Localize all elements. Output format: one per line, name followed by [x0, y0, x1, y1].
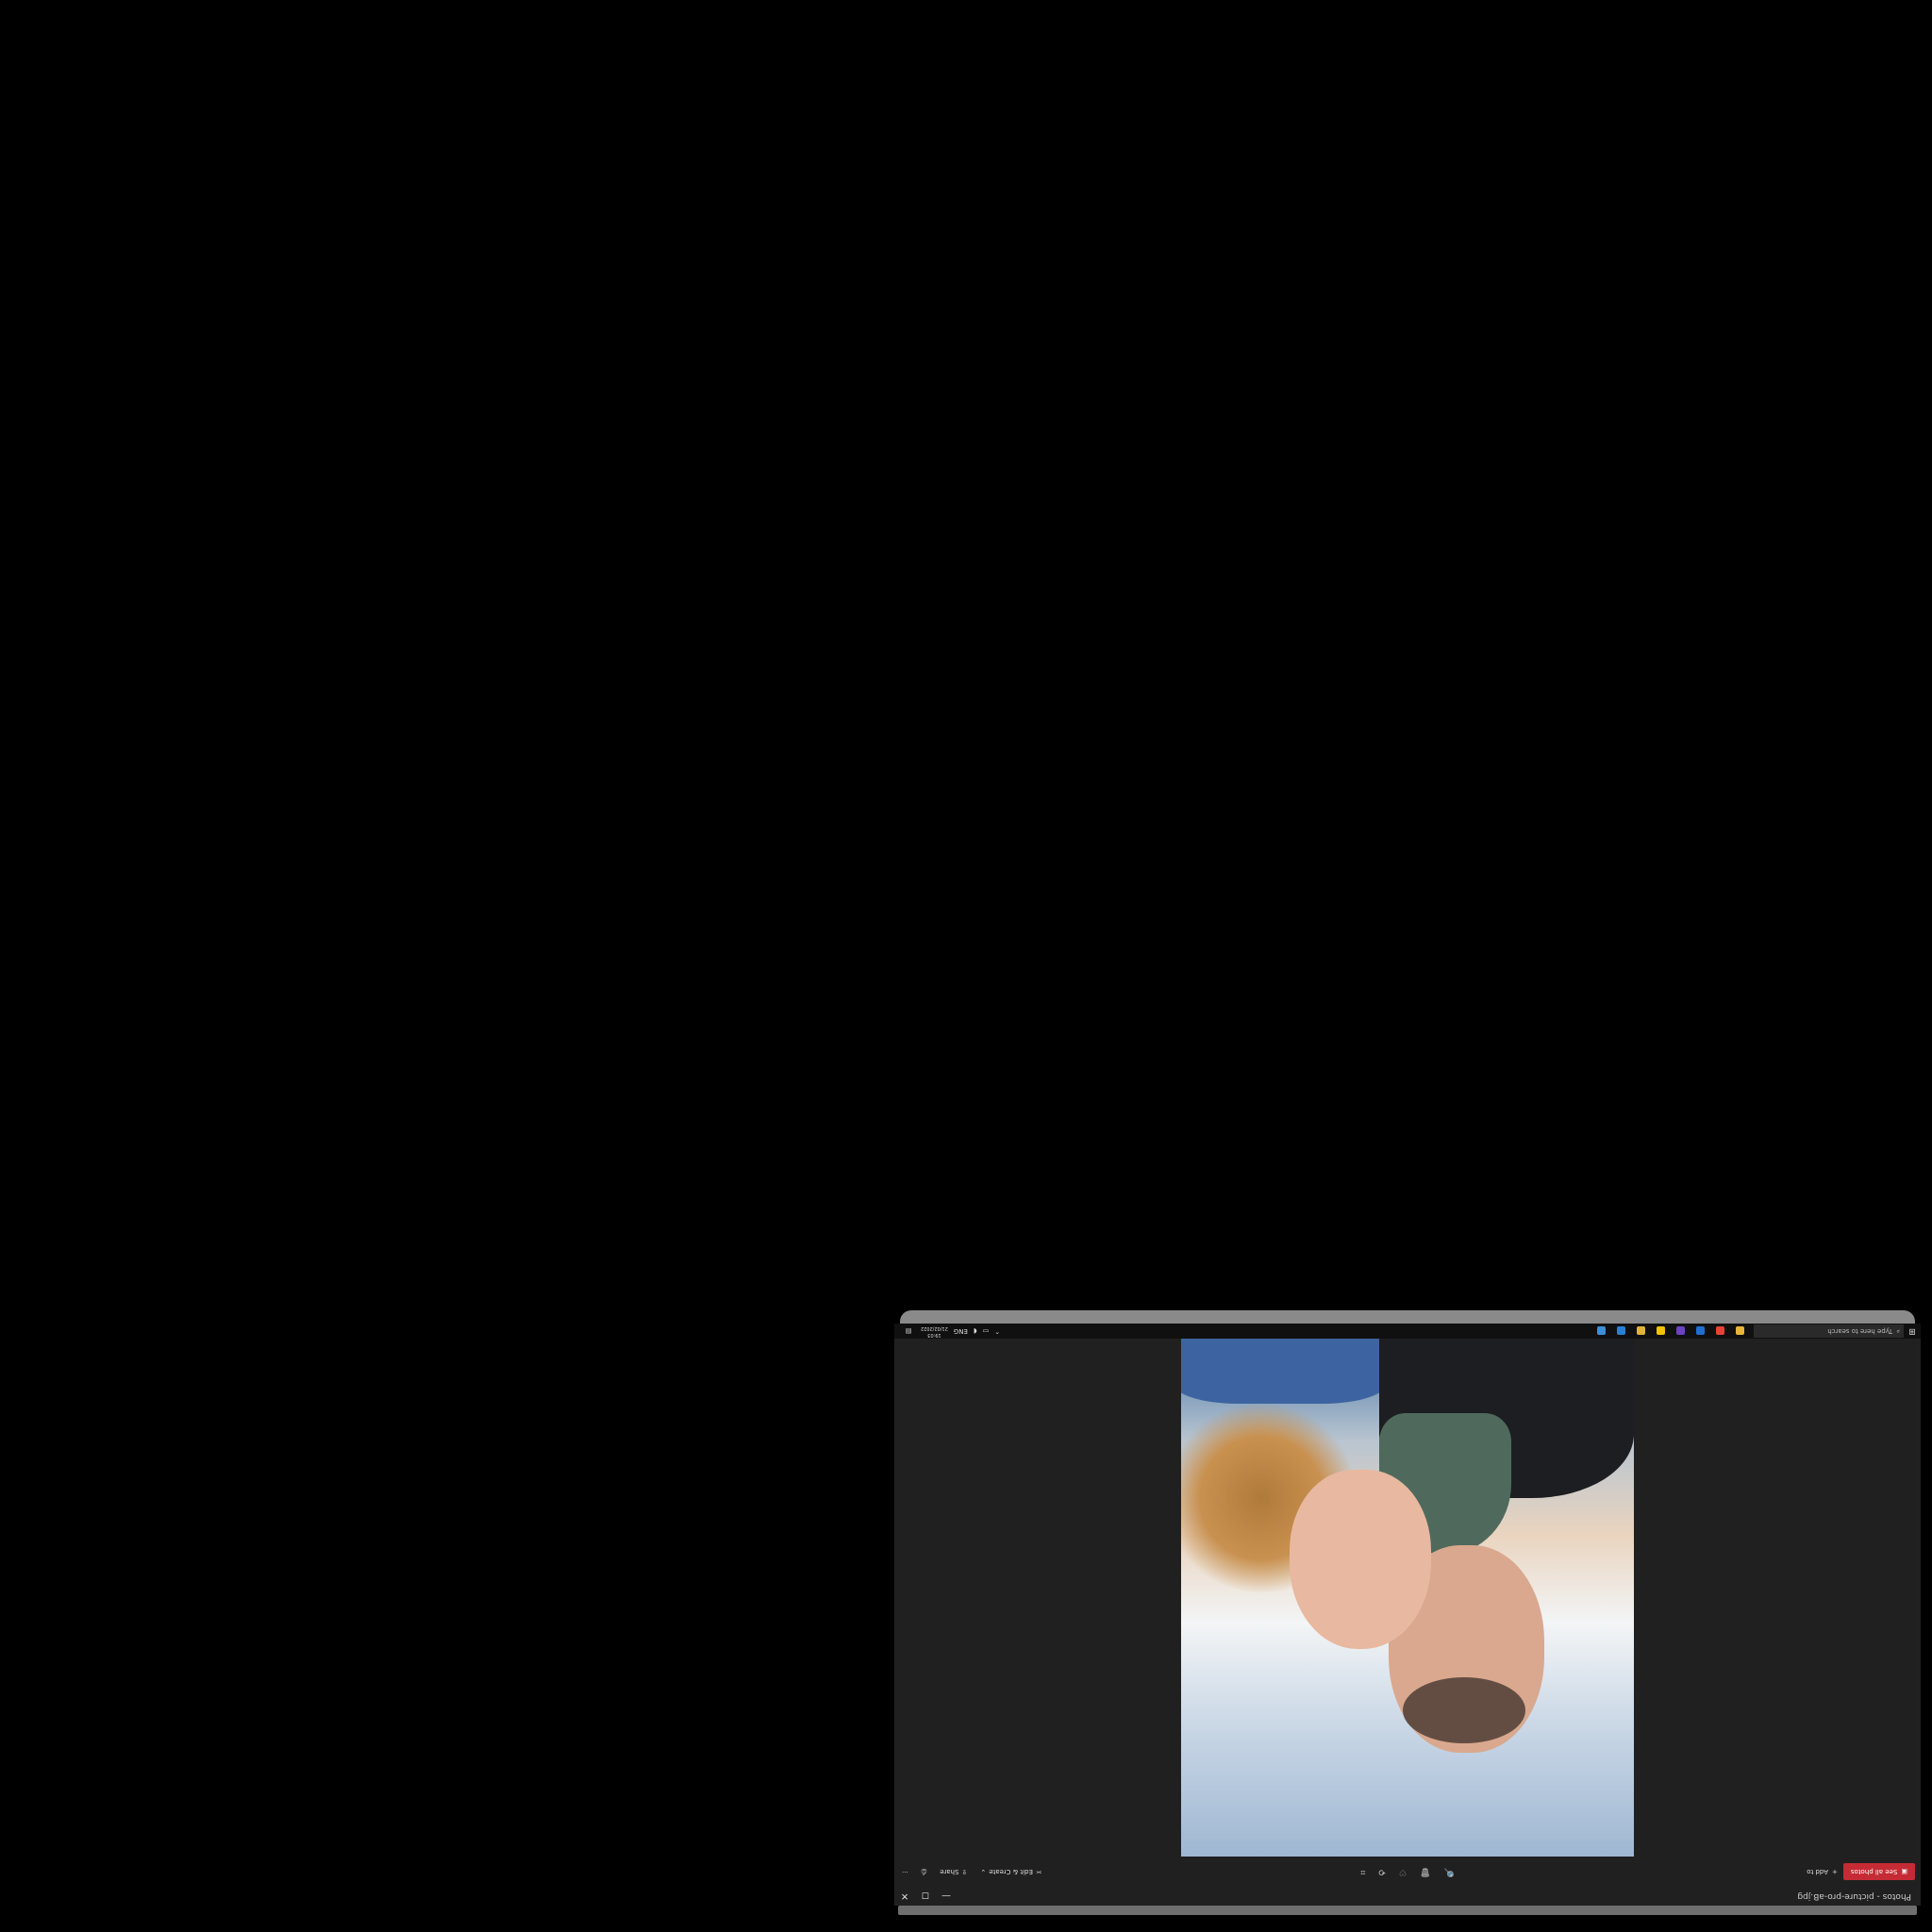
- photos-icon[interactable]: [1591, 1324, 1611, 1339]
- close-button[interactable]: ✕: [894, 1891, 915, 1902]
- chevron-up-icon[interactable]: ⌃: [994, 1327, 1000, 1335]
- edit-icon: ✂: [1035, 1868, 1041, 1875]
- title-bar: Photos - picture-pro-aB.jpg — ◻ ✕: [894, 1887, 1921, 1906]
- clock[interactable]: 19:03 21/02/2022: [921, 1324, 948, 1338]
- add-to-label: Add to: [1807, 1868, 1828, 1875]
- photo-actions: 🔍 🗑 ♡ ⟲ ⌗: [1360, 1867, 1454, 1876]
- start-button[interactable]: ⊞: [1904, 1326, 1921, 1336]
- chevron-down-icon: ⌄: [980, 1868, 987, 1875]
- photoshop-icon[interactable]: [1611, 1324, 1631, 1339]
- photo-beard: [1403, 1677, 1525, 1743]
- files-icon-glyph: [1637, 1326, 1645, 1336]
- chrome-icon[interactable]: [1710, 1324, 1730, 1339]
- command-bar: ▣ See all photos + Add to 🔍 🗑 ♡ ⟲ ⌗ ✂ Ed…: [894, 1857, 1921, 1887]
- plus-icon: +: [1831, 1868, 1838, 1875]
- mail-icon[interactable]: [1671, 1324, 1690, 1339]
- photos-icon-glyph: [1597, 1326, 1606, 1336]
- share-label: Share: [940, 1868, 959, 1875]
- taskbar-search-box[interactable]: ⌕ Type here to search: [1754, 1324, 1904, 1338]
- photo-shirt: [1181, 1338, 1389, 1404]
- search-icon: ⌕: [1896, 1327, 1900, 1336]
- add-to-button[interactable]: + Add to: [1807, 1868, 1838, 1875]
- taskbar: ⊞ ⌕ Type here to search ⌃ ▭ ◖ ENG 19:03 …: [894, 1324, 1921, 1339]
- desktop-screen: Photos - picture-pro-aB.jpg — ◻ ✕ ▣ See …: [0, 0, 1932, 1932]
- print-icon[interactable]: ⎙: [922, 1868, 927, 1876]
- photo-face-woman: [1290, 1470, 1431, 1649]
- photos-icon: ▣: [1901, 1868, 1907, 1875]
- see-all-photos-button[interactable]: ▣ See all photos: [1842, 1863, 1915, 1880]
- photos-app-window: Photos - picture-pro-aB.jpg — ◻ ✕ ▣ See …: [894, 1324, 1921, 1906]
- explorer-icon-glyph: [1736, 1326, 1744, 1336]
- system-tray: ⌃ ▭ ◖ ENG 19:03 21/02/2022 ▤: [902, 1324, 1000, 1338]
- store-icon-glyph: [1696, 1326, 1705, 1336]
- language-indicator[interactable]: ENG: [954, 1327, 968, 1335]
- volume-icon[interactable]: ◖: [974, 1327, 977, 1335]
- mail-icon-glyph: [1676, 1326, 1685, 1336]
- delete-icon[interactable]: 🗑: [1420, 1867, 1430, 1876]
- edit-create-label: Edit & Create: [989, 1868, 1033, 1875]
- share-icon: ⇪: [961, 1868, 968, 1875]
- store-icon[interactable]: [1690, 1324, 1710, 1339]
- minimize-button[interactable]: —: [936, 1891, 957, 1902]
- norton-icon[interactable]: [1651, 1324, 1671, 1339]
- maximize-button[interactable]: ◻: [915, 1891, 936, 1902]
- monitor-bezel-bottom: [900, 1310, 1915, 1324]
- zoom-icon[interactable]: 🔍: [1443, 1867, 1454, 1876]
- search-placeholder: Type here to search: [1827, 1327, 1893, 1335]
- share-button[interactable]: ⇪ Share: [940, 1868, 967, 1875]
- window-title: Photos - picture-pro-aB.jpg: [1797, 1891, 1911, 1901]
- photo-viewer-image[interactable]: [1181, 1338, 1634, 1857]
- window-controls: — ◻ ✕: [894, 1891, 957, 1902]
- clock-time: 19:03: [927, 1332, 941, 1338]
- monitor: Photos - picture-pro-aB.jpg — ◻ ✕ ▣ See …: [894, 1310, 1921, 1915]
- crop-icon[interactable]: ⌗: [1360, 1867, 1365, 1876]
- norton-icon-glyph: [1657, 1326, 1665, 1336]
- photoshop-icon-glyph: [1617, 1326, 1625, 1336]
- see-all-photos-label: See all photos: [1850, 1868, 1898, 1875]
- chrome-icon-glyph: [1716, 1326, 1724, 1336]
- clock-date: 21/02/2022: [921, 1325, 948, 1331]
- monitor-bezel-top: [898, 1906, 1917, 1915]
- edit-create-button[interactable]: ✂ Edit & Create ⌄: [980, 1868, 1041, 1875]
- network-icon[interactable]: ▭: [983, 1327, 990, 1335]
- explorer-icon[interactable]: [1730, 1324, 1750, 1339]
- taskbar-apps: [1591, 1324, 1750, 1339]
- rotate-icon[interactable]: ⟲: [1378, 1867, 1386, 1876]
- favorite-icon[interactable]: ♡: [1399, 1867, 1407, 1876]
- notification-icon[interactable]: ▤: [902, 1327, 915, 1335]
- more-options-button[interactable]: ···: [902, 1868, 908, 1875]
- files-icon[interactable]: [1631, 1324, 1651, 1339]
